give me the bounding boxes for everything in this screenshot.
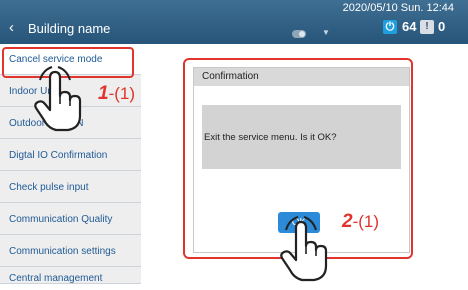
dialog-title: Confirmation: [194, 68, 409, 86]
caret-down-icon[interactable]: ▼: [322, 28, 330, 37]
menu-item-communication-settings[interactable]: Communication settings: [0, 236, 141, 267]
dialog-message: Exit the service menu. Is it OK?: [204, 132, 337, 143]
power-count: 64: [402, 19, 417, 34]
menu-item-central-management[interactable]: Central management: [0, 268, 141, 284]
header-bar: ‹ Building name ▼ 2020/05/10 Sun. 12:44 …: [0, 0, 468, 44]
power-icon: ⏻: [383, 20, 397, 34]
pointing-hand-icon: [280, 216, 328, 282]
step-number-1: 1: [98, 83, 109, 104]
step-sub-2: -(1): [352, 212, 380, 231]
toggle-switch[interactable]: [292, 30, 306, 38]
datetime-display: 2020/05/10 Sun. 12:44: [342, 2, 454, 14]
menu-item-digital-io[interactable]: Digtal IO Confirmation: [0, 140, 141, 171]
step-number-2: 2: [342, 211, 353, 232]
dialog-message-box: Exit the service menu. Is it OK?: [202, 105, 401, 169]
step-label-1: 1-(1): [98, 84, 135, 104]
warning-count: 0: [438, 19, 446, 34]
step-sub-1: -(1): [108, 84, 136, 103]
step-label-2: 2-(1): [342, 212, 379, 232]
warning-icon: !: [420, 20, 434, 34]
chevron-left-icon[interactable]: ‹: [9, 19, 14, 37]
pointing-hand-icon: [34, 66, 82, 132]
building-name-title: Building name: [28, 21, 111, 36]
menu-item-check-pulse[interactable]: Check pulse input: [0, 172, 141, 203]
menu-item-communication-quality[interactable]: Communication Quality: [0, 204, 141, 235]
